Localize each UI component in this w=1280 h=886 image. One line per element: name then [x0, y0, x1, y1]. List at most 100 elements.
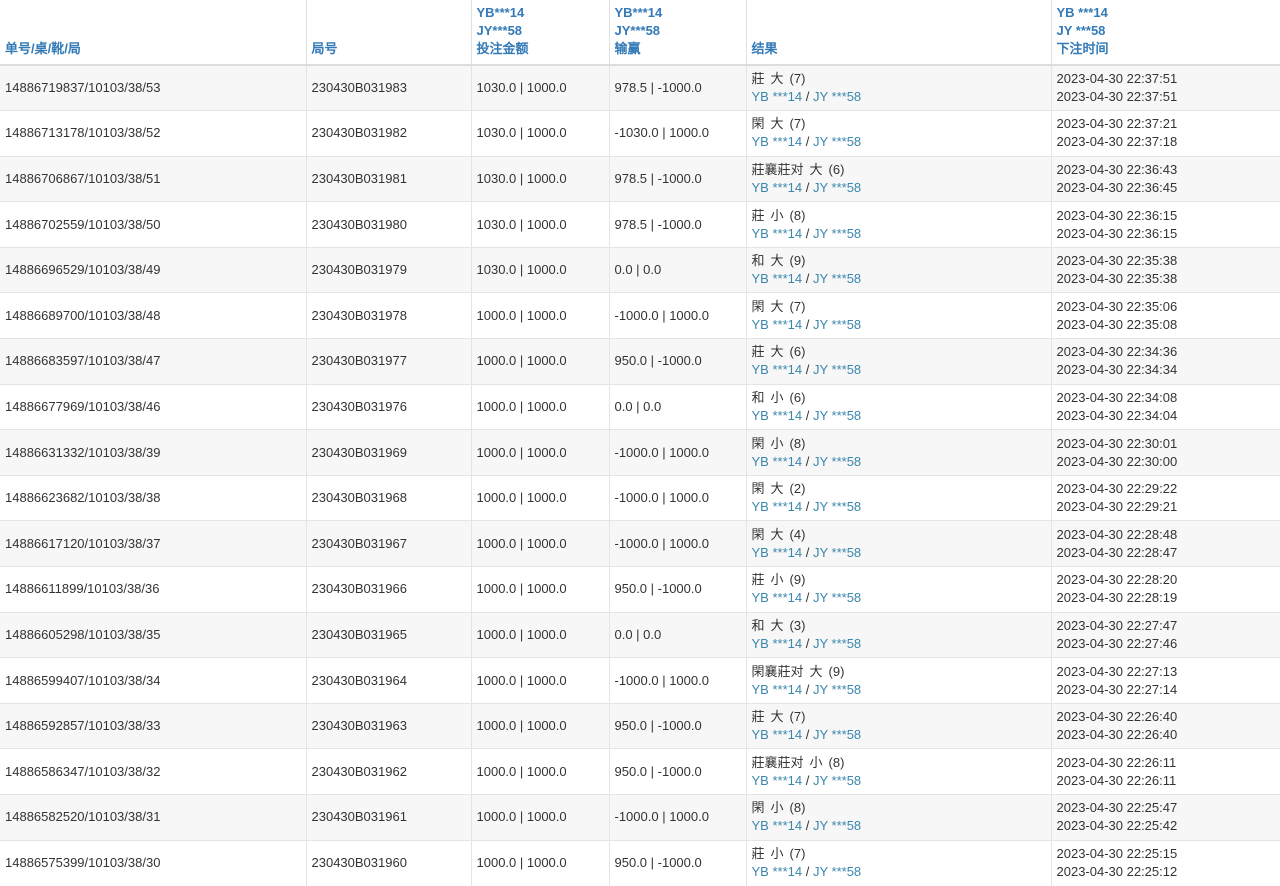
table-row[interactable]: 14886719837/10103/38/53 230430B031983 1030… — [0, 64, 1280, 111]
header-win-loss[interactable]: YB***14 JY***58 输赢 — [608, 0, 746, 66]
header-order-label: 单号/桌/靴/局 — [5, 41, 81, 56]
cell-bet-amount: 1030.0 | 1000.0 — [470, 64, 609, 111]
cell-order: 14886702559/10103/38/50 — [0, 201, 306, 248]
result-main: 和 — [751, 617, 765, 633]
bet-time-a: 2023-04-30 22:35:38 — [1056, 253, 1178, 269]
bet-time-b: 2023-04-30 22:28:47 — [1056, 544, 1178, 560]
cell-bet-time: 2023-04-30 22:25:47 2023-04-30 22:25:42 — [1050, 794, 1280, 841]
table-row[interactable]: 14886586347/10103/38/32 230430B031962 1000… — [0, 748, 1280, 795]
cell-bet-time: 2023-04-30 22:34:08 2023-04-30 22:34:04 — [1050, 383, 1280, 430]
header-bet-amount[interactable]: YB***14 JY***58 投注金额 — [470, 0, 609, 66]
cell-bet-amount: 1000.0 | 1000.0 — [470, 657, 609, 704]
header-order[interactable]: 单号/桌/靴/局 — [0, 0, 306, 66]
cell-order: 14886605298/10103/38/35 — [0, 611, 306, 658]
result-accounts: YB ***14 / JY ***58 — [752, 635, 1046, 653]
result-size: 小 — [809, 754, 823, 770]
cell-bet-time: 2023-04-30 22:27:13 2023-04-30 22:27:14 — [1050, 657, 1280, 704]
result-outcome: 閑襄莊对大 (9) — [752, 663, 1046, 681]
cell-bet-amount: 1000.0 | 1000.0 — [470, 794, 609, 841]
result-account-a: YB ***14 — [751, 864, 803, 880]
table-row[interactable]: 14886706867/10103/38/51 230430B031981 1030… — [0, 155, 1280, 202]
table-row[interactable]: 14886713178/10103/38/52 230430B031982 1030… — [0, 110, 1280, 157]
result-accounts: YB ***14 / JY ***58 — [752, 361, 1046, 379]
bet-time-b: 2023-04-30 22:25:42 — [1056, 818, 1178, 834]
cell-result: 閑大 (4) YB ***14 / JY ***58 — [745, 520, 1051, 567]
table-row[interactable]: 14886623682/10103/38/38 230430B031968 1000… — [0, 474, 1280, 521]
header-bet-time[interactable]: YB ***14 JY ***58 下注时间 — [1050, 0, 1280, 66]
cell-bet-amount: 1000.0 | 1000.0 — [470, 338, 609, 385]
cell-order: 14886706867/10103/38/51 — [0, 155, 306, 202]
bet-time-b: 2023-04-30 22:34:34 — [1056, 362, 1178, 378]
header-bet-account-1: YB***14 — [476, 5, 525, 20]
table-row[interactable]: 14886599407/10103/38/34 230430B031964 1000… — [0, 657, 1280, 704]
result-account-a: YB ***14 — [751, 362, 803, 378]
bet-time-b: 2023-04-30 22:37:18 — [1056, 134, 1178, 150]
cell-round: 230430B031966 — [305, 566, 471, 613]
table-row[interactable]: 14886582520/10103/38/31 230430B031961 1000… — [0, 794, 1280, 841]
cell-win-loss: -1030.0 | 1000.0 — [608, 110, 746, 157]
table-row[interactable]: 14886592857/10103/38/33 230430B031963 1000… — [0, 702, 1280, 749]
header-result[interactable]: 结果 — [745, 0, 1051, 66]
table-row[interactable]: 14886605298/10103/38/35 230430B031965 1000… — [0, 611, 1280, 658]
result-main: 莊 — [751, 572, 765, 588]
cell-bet-amount: 1000.0 | 1000.0 — [470, 611, 609, 658]
result-account-b: JY ***58 — [812, 772, 862, 788]
result-account-sep: / — [805, 590, 810, 606]
bet-time-b: 2023-04-30 22:36:15 — [1056, 225, 1178, 241]
result-points: (7) — [789, 116, 806, 132]
result-main: 和 — [751, 253, 765, 269]
cell-order: 14886599407/10103/38/34 — [0, 657, 306, 704]
table-row[interactable]: 14886617120/10103/38/37 230430B031967 1000… — [0, 520, 1280, 567]
cell-win-loss: 950.0 | -1000.0 — [608, 748, 746, 795]
result-points: (7) — [789, 846, 806, 862]
table-row[interactable]: 14886575399/10103/38/30 230430B031960 1000… — [0, 839, 1280, 886]
table-row[interactable]: 14886689700/10103/38/48 230430B031978 1000… — [0, 292, 1280, 339]
result-account-sep: / — [805, 635, 810, 651]
table-row[interactable]: 14886677969/10103/38/46 230430B031976 1000… — [0, 383, 1280, 430]
result-size: 大 — [770, 709, 784, 725]
result-outcome: 閑大 (4) — [752, 526, 1046, 544]
table-row[interactable]: 14886696529/10103/38/49 230430B031979 1030… — [0, 246, 1280, 293]
result-size: 小 — [770, 800, 784, 816]
result-accounts: YB ***14 / JY ***58 — [752, 863, 1046, 881]
cell-win-loss: 950.0 | -1000.0 — [608, 702, 746, 749]
result-account-b: JY ***58 — [812, 89, 862, 105]
result-outcome: 莊小 (9) — [752, 571, 1046, 589]
result-account-a: YB ***14 — [751, 316, 803, 332]
bet-time-a: 2023-04-30 22:28:20 — [1056, 572, 1178, 588]
table-row[interactable]: 14886631332/10103/38/39 230430B031969 1000… — [0, 429, 1280, 476]
cell-win-loss: -1000.0 | 1000.0 — [608, 292, 746, 339]
result-account-sep: / — [805, 681, 810, 697]
result-accounts: YB ***14 / JY ***58 — [752, 179, 1046, 197]
result-outcome: 莊小 (8) — [752, 207, 1046, 225]
table-row[interactable]: 14886702559/10103/38/50 230430B031980 1030… — [0, 201, 1280, 248]
result-main: 閑 — [751, 298, 765, 314]
cell-round: 230430B031983 — [305, 64, 471, 111]
result-size: 大 — [770, 481, 784, 497]
bet-time-b: 2023-04-30 22:26:11 — [1056, 772, 1177, 788]
result-accounts: YB ***14 / JY ***58 — [752, 772, 1046, 790]
cell-result: 莊大 (7) YB ***14 / JY ***58 — [745, 64, 1051, 111]
result-size: 大 — [770, 344, 784, 360]
result-outcome: 莊大 (7) — [752, 708, 1046, 726]
cell-win-loss: -1000.0 | 1000.0 — [608, 794, 746, 841]
result-account-b: JY ***58 — [812, 499, 862, 515]
table-row[interactable]: 14886683597/10103/38/47 230430B031977 1000… — [0, 338, 1280, 385]
cell-bet-amount: 1000.0 | 1000.0 — [470, 292, 609, 339]
result-account-sep: / — [805, 89, 810, 105]
bet-time-a: 2023-04-30 22:36:43 — [1056, 161, 1178, 177]
header-round[interactable]: 局号 — [305, 0, 471, 66]
result-outcome: 莊襄莊对大 (6) — [752, 161, 1046, 179]
result-outcome: 莊大 (6) — [752, 343, 1046, 361]
result-main: 莊 — [751, 846, 765, 862]
cell-bet-time: 2023-04-30 22:34:36 2023-04-30 22:34:34 — [1050, 338, 1280, 385]
result-size: 小 — [770, 572, 784, 588]
table-row[interactable]: 14886611899/10103/38/36 230430B031966 1000… — [0, 566, 1280, 613]
result-main: 閑 — [751, 116, 765, 132]
cell-result: 莊襄莊对大 (6) YB ***14 / JY ***58 — [745, 155, 1051, 202]
header-win-account-2: JY***58 — [614, 23, 661, 38]
result-main: 莊 — [751, 71, 765, 87]
result-size: 大 — [770, 298, 784, 314]
result-account-b: JY ***58 — [812, 635, 862, 651]
result-account-a: YB ***14 — [751, 134, 803, 150]
